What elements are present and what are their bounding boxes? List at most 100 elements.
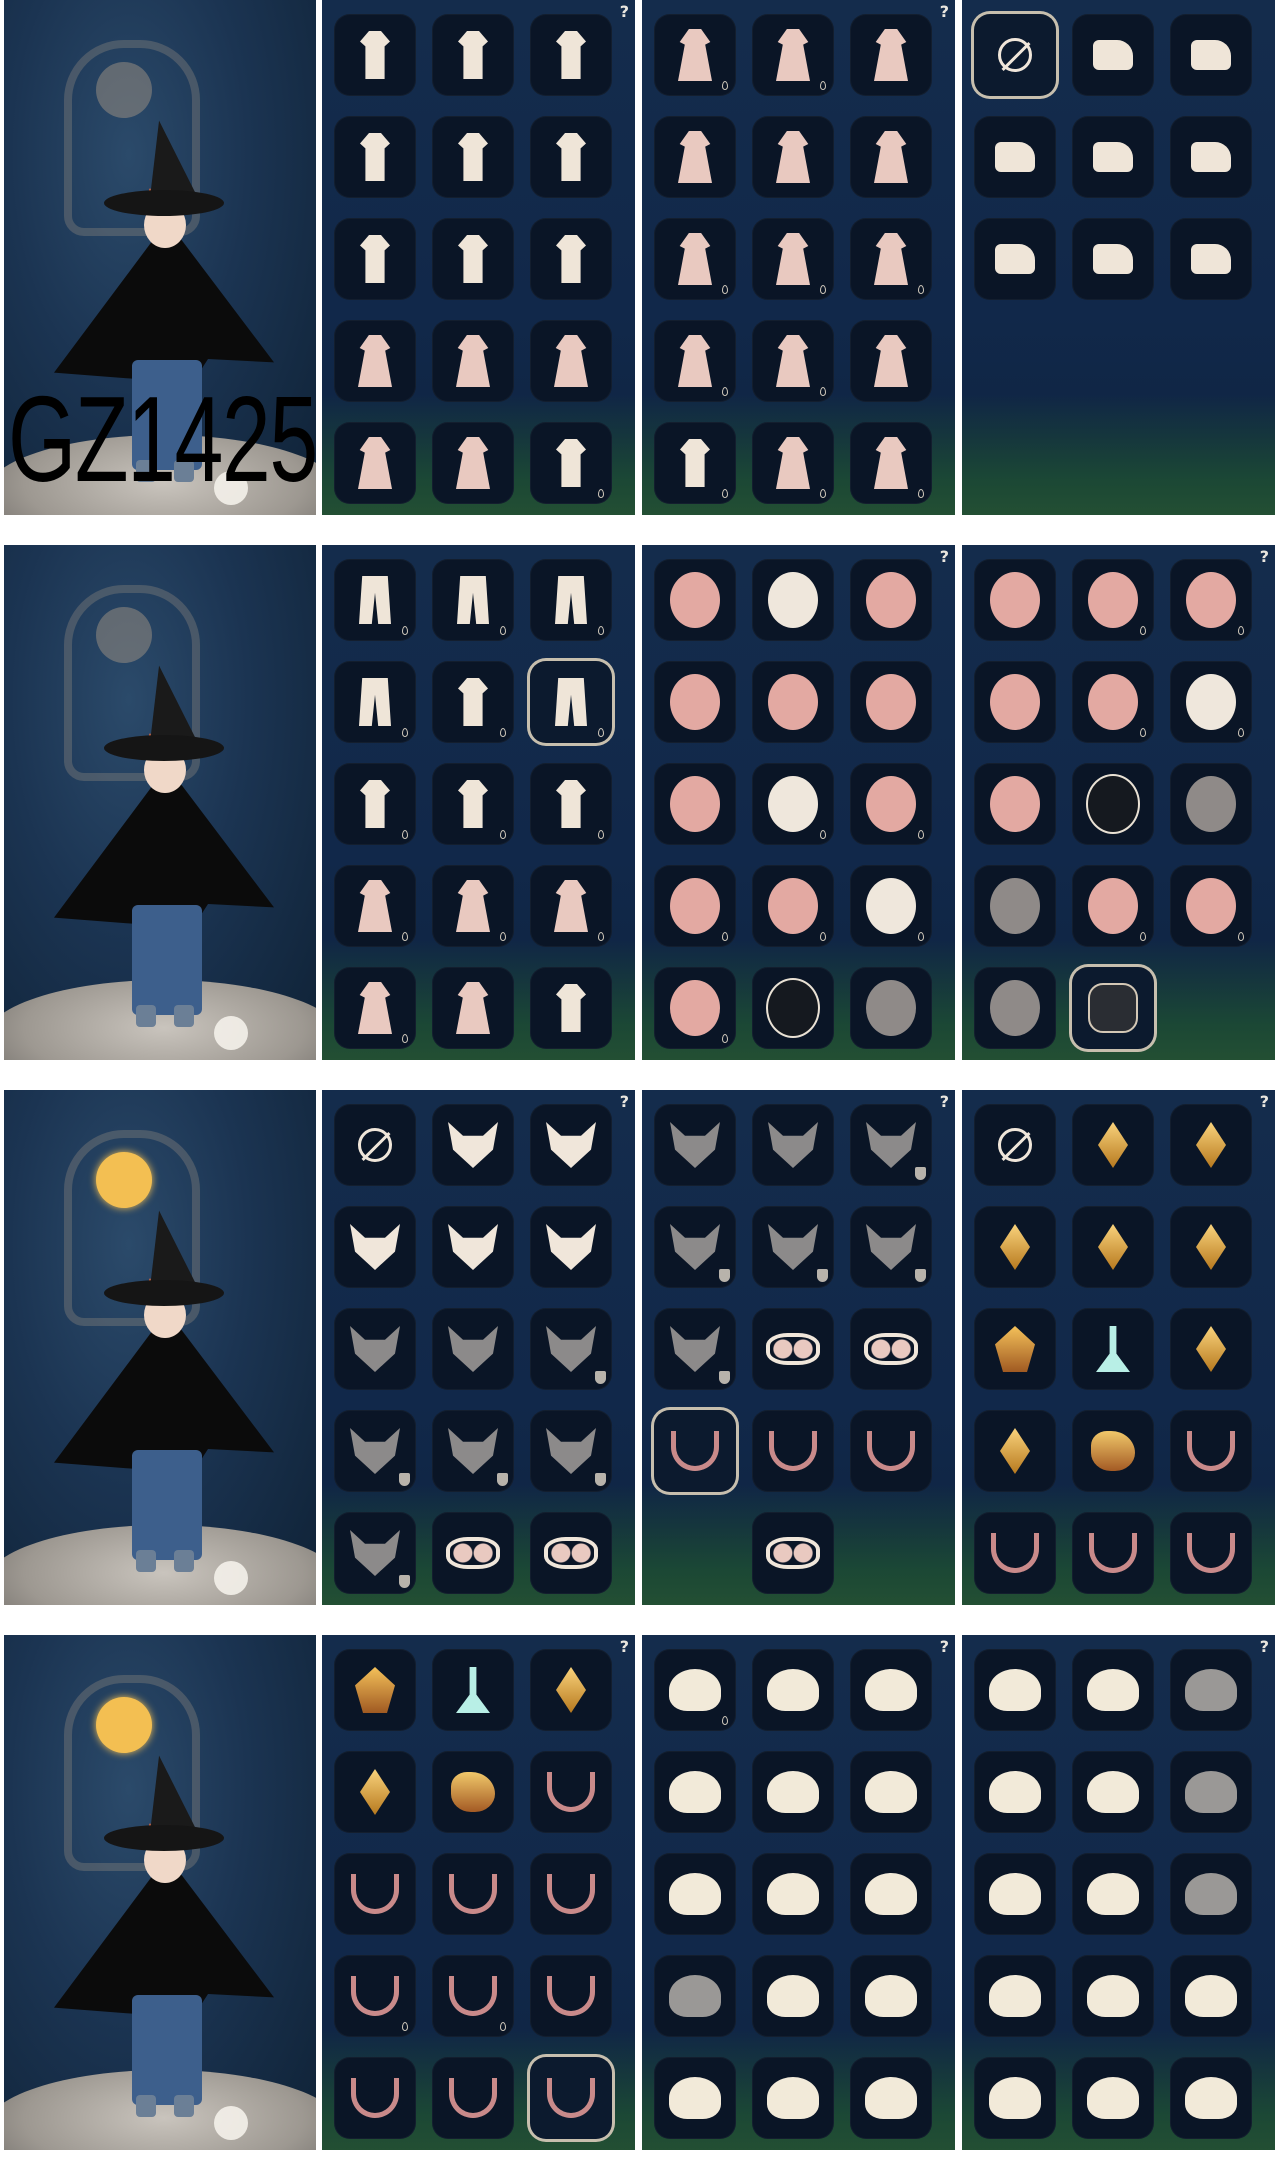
cosmetic-item[interactable] — [654, 1955, 736, 2037]
cosmetic-item[interactable] — [530, 865, 612, 947]
cosmetic-item[interactable] — [850, 661, 932, 743]
cosmetic-item[interactable] — [850, 218, 932, 300]
cosmetic-item[interactable] — [1170, 865, 1252, 947]
cosmetic-item[interactable] — [974, 116, 1056, 198]
cosmetic-item[interactable] — [432, 1206, 514, 1288]
cosmetic-item[interactable] — [850, 1853, 932, 1935]
cosmetic-item[interactable] — [654, 661, 736, 743]
cosmetic-item[interactable] — [334, 661, 416, 743]
cosmetic-item[interactable] — [432, 422, 514, 504]
cosmetic-item[interactable] — [530, 559, 612, 641]
cosmetic-item[interactable] — [530, 320, 612, 402]
cosmetic-item[interactable] — [654, 1751, 736, 1833]
cosmetic-item[interactable] — [432, 1104, 514, 1186]
cosmetic-item[interactable] — [850, 763, 932, 845]
cosmetic-item[interactable] — [1170, 1955, 1252, 2037]
cosmetic-item[interactable] — [974, 1955, 1056, 2037]
cosmetic-item[interactable] — [1072, 116, 1154, 198]
cosmetic-item[interactable] — [1072, 1206, 1154, 1288]
cosmetic-item[interactable] — [654, 422, 736, 504]
cosmetic-item[interactable] — [1170, 1649, 1252, 1731]
cosmetic-item[interactable] — [974, 1410, 1056, 1492]
cosmetic-item[interactable] — [850, 2057, 932, 2139]
cosmetic-item[interactable] — [850, 1410, 932, 1492]
cosmetic-item[interactable] — [334, 1206, 416, 1288]
cosmetic-item[interactable] — [530, 1308, 612, 1390]
cosmetic-item[interactable] — [334, 2057, 416, 2139]
cosmetic-item[interactable] — [432, 661, 514, 743]
cosmetic-item[interactable] — [1170, 661, 1252, 743]
cosmetic-item[interactable] — [530, 661, 612, 743]
cosmetic-item[interactable] — [432, 559, 514, 641]
cosmetic-item[interactable] — [654, 320, 736, 402]
cosmetic-item[interactable] — [1170, 1751, 1252, 1833]
cosmetic-item[interactable] — [432, 2057, 514, 2139]
cosmetic-item[interactable] — [850, 116, 932, 198]
cosmetic-item[interactable] — [850, 1308, 932, 1390]
cosmetic-item[interactable] — [654, 865, 736, 947]
cosmetic-item[interactable] — [432, 1751, 514, 1833]
cosmetic-item[interactable] — [654, 559, 736, 641]
cosmetic-item[interactable] — [334, 422, 416, 504]
cosmetic-item[interactable] — [334, 320, 416, 402]
cosmetic-item[interactable] — [974, 14, 1056, 96]
cosmetic-item[interactable] — [752, 559, 834, 641]
cosmetic-item[interactable] — [850, 967, 932, 1049]
cosmetic-item[interactable] — [1072, 1410, 1154, 1492]
cosmetic-item[interactable] — [752, 1410, 834, 1492]
cosmetic-item[interactable] — [334, 218, 416, 300]
flame-icon[interactable] — [214, 2106, 248, 2140]
cosmetic-item[interactable] — [1072, 14, 1154, 96]
cosmetic-item[interactable] — [974, 865, 1056, 947]
cosmetic-item[interactable] — [334, 1410, 416, 1492]
cosmetic-item[interactable] — [530, 2057, 612, 2139]
cosmetic-item[interactable] — [530, 1104, 612, 1186]
cosmetic-item[interactable] — [432, 967, 514, 1049]
cosmetic-item[interactable] — [1170, 2057, 1252, 2139]
cosmetic-item[interactable] — [334, 1649, 416, 1731]
cosmetic-item[interactable] — [530, 1410, 612, 1492]
cosmetic-item[interactable] — [1072, 1649, 1154, 1731]
cosmetic-item[interactable] — [974, 967, 1056, 1049]
cosmetic-item[interactable] — [850, 1206, 932, 1288]
cosmetic-item[interactable] — [1170, 1308, 1252, 1390]
cosmetic-item[interactable] — [850, 1104, 932, 1186]
cosmetic-item[interactable] — [752, 1104, 834, 1186]
cosmetic-item[interactable] — [752, 1206, 834, 1288]
cosmetic-item[interactable] — [432, 320, 514, 402]
cosmetic-item[interactable] — [530, 422, 612, 504]
cosmetic-item[interactable] — [432, 1410, 514, 1492]
cosmetic-item[interactable] — [1072, 865, 1154, 947]
cosmetic-item[interactable] — [752, 1751, 834, 1833]
cosmetic-item[interactable] — [850, 1649, 932, 1731]
cosmetic-item[interactable] — [752, 116, 834, 198]
cosmetic-item[interactable] — [334, 559, 416, 641]
cosmetic-item[interactable] — [974, 661, 1056, 743]
cosmetic-item[interactable] — [654, 1206, 736, 1288]
flame-icon[interactable] — [214, 1016, 248, 1050]
cosmetic-item[interactable] — [752, 865, 834, 947]
cosmetic-item[interactable] — [974, 1206, 1056, 1288]
cosmetic-item[interactable] — [432, 1512, 514, 1594]
cosmetic-item[interactable] — [432, 14, 514, 96]
cosmetic-item[interactable] — [850, 320, 932, 402]
cosmetic-item[interactable] — [1072, 2057, 1154, 2139]
cosmetic-item[interactable] — [1072, 1512, 1154, 1594]
cosmetic-item[interactable] — [530, 14, 612, 96]
cosmetic-item[interactable] — [530, 1206, 612, 1288]
cosmetic-item[interactable] — [1170, 1410, 1252, 1492]
cosmetic-item[interactable] — [334, 865, 416, 947]
flame-icon[interactable] — [214, 1561, 248, 1595]
cosmetic-item[interactable] — [1072, 967, 1154, 1049]
cosmetic-item[interactable] — [530, 116, 612, 198]
cosmetic-item[interactable] — [432, 1955, 514, 2037]
cosmetic-item[interactable] — [974, 2057, 1056, 2139]
cosmetic-item[interactable] — [530, 1853, 612, 1935]
cosmetic-item[interactable] — [654, 1104, 736, 1186]
cosmetic-item[interactable] — [1170, 763, 1252, 845]
cosmetic-item[interactable] — [654, 1649, 736, 1731]
cosmetic-item[interactable] — [530, 1955, 612, 2037]
cosmetic-item[interactable] — [974, 1512, 1056, 1594]
cosmetic-item[interactable] — [1170, 1512, 1252, 1594]
cosmetic-item[interactable] — [654, 116, 736, 198]
